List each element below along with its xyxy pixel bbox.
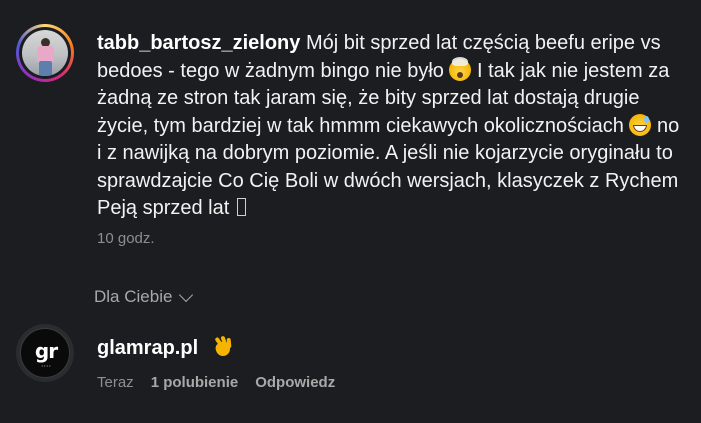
comment-username[interactable]: tabb_bartosz_zielony — [97, 32, 300, 54]
glamrap-logo: gr — [34, 339, 58, 363]
comment-timestamp: 10 godz. — [97, 230, 155, 247]
comment-sort-label: Dla Ciebie — [94, 287, 173, 306]
avatar — [22, 30, 68, 76]
reply-button[interactable]: Odpowiedz — [255, 374, 335, 391]
comment-text: tabb_bartosz_zielony Mój bit sprzed lat … — [97, 30, 689, 223]
reply-avatar[interactable]: gr • • • • — [16, 324, 74, 382]
comment-sort-dropdown[interactable]: Dla Ciebie — [94, 287, 194, 307]
missing-glyph-icon — [236, 198, 246, 216]
reply-actions: Teraz 1 polubienie Odpowiedz — [97, 374, 335, 391]
reply-comment: glamrap.pl — [97, 335, 234, 360]
clapping-hands-emoji-icon — [212, 335, 234, 359]
grinning-sweat-emoji-icon — [629, 113, 652, 136]
reply-username[interactable]: glamrap.pl — [97, 337, 198, 359]
mind-blown-emoji-icon — [449, 56, 472, 81]
avatar-story-ring[interactable] — [16, 24, 74, 82]
chevron-down-icon — [179, 287, 194, 302]
reply-timestamp: Teraz — [97, 374, 134, 391]
reply-likes-link[interactable]: 1 polubienie — [151, 374, 239, 391]
logo-decoration: • • • • — [41, 363, 51, 368]
comments-panel: tabb_bartosz_zielony Mój bit sprzed lat … — [0, 0, 701, 423]
